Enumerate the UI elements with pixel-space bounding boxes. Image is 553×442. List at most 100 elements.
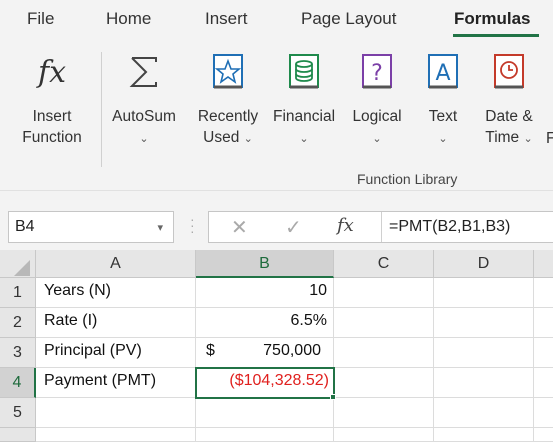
insert-function-fx-icon[interactable]: fx (337, 215, 354, 236)
tab-home[interactable]: Home (106, 9, 151, 29)
select-all-corner[interactable] (0, 250, 36, 278)
cell-e1[interactable] (534, 278, 553, 308)
financial-button[interactable]: Financial ⌄ (268, 52, 340, 150)
date-time-label-1: Date & (485, 108, 533, 125)
cell-d2[interactable] (434, 308, 534, 338)
name-box-value: B4 (15, 218, 35, 235)
active-cell-outline (195, 367, 335, 399)
cell-a1-text: Years (N) (44, 282, 111, 299)
cell-a1[interactable]: Years (N) (36, 278, 196, 308)
text-label: Text (428, 108, 458, 125)
column-header-c[interactable]: C (334, 250, 434, 278)
insert-function-label-2: Function (22, 129, 82, 146)
column-header-e-partial[interactable] (534, 250, 553, 278)
chevron-down-icon[interactable]: ▾ (157, 221, 163, 234)
row-header-5[interactable]: 5 (0, 398, 36, 428)
logical-button[interactable]: ? Logical ⌄ (344, 52, 410, 150)
name-box[interactable]: B4 ▾ (8, 211, 174, 243)
cell-d1[interactable] (434, 278, 534, 308)
autosum-button[interactable]: AutoSum ⌄ (104, 52, 184, 150)
cell-e5[interactable] (534, 398, 553, 428)
cell-c5[interactable] (334, 398, 434, 428)
row-header-1[interactable]: 1 (0, 278, 36, 308)
cell-d5[interactable] (434, 398, 534, 428)
cancel-icon[interactable]: ✕ (231, 215, 248, 240)
row-header-2[interactable]: 2 (0, 308, 36, 338)
cell-b6[interactable] (196, 428, 334, 442)
formula-divider (381, 212, 382, 242)
cell-d3[interactable] (434, 338, 534, 368)
chevron-down-icon: ⌄ (139, 133, 149, 145)
cell-e4[interactable] (534, 368, 553, 398)
tab-insert[interactable]: Insert (205, 9, 248, 29)
column-header-d[interactable]: D (434, 250, 534, 278)
cell-b5[interactable] (196, 398, 334, 428)
row-header-6-partial[interactable] (0, 428, 36, 442)
date-time-button[interactable]: Date & Time ⌄ (476, 52, 542, 150)
recently-used-label-2: Used (203, 129, 240, 146)
recently-used-button[interactable]: Recently Used ⌄ (192, 52, 264, 150)
cell-b2[interactable]: 6.5% (196, 308, 334, 338)
row-header-3[interactable]: 3 (0, 338, 36, 368)
clock-book-icon (494, 54, 524, 89)
column-header-a[interactable]: A (36, 250, 196, 278)
recently-used-label-1: Recently (197, 108, 259, 125)
svg-text:?: ? (371, 61, 383, 86)
cell-c4[interactable] (334, 368, 434, 398)
text-book-icon: A (428, 54, 458, 89)
formula-bar: B4 ▾ · · · ✕ ✓ fx =PMT(B2,B1,B3) (0, 190, 553, 250)
logical-label: Logical (352, 108, 402, 125)
cell-a4[interactable]: Payment (PMT) (36, 368, 196, 398)
cell-e2[interactable] (534, 308, 553, 338)
chevron-down-icon: ⌄ (438, 133, 448, 145)
tab-page-layout[interactable]: Page Layout (301, 9, 396, 29)
cell-e6[interactable] (534, 428, 553, 442)
insert-function-button[interactable]: fx Insert Function (14, 52, 90, 148)
cell-d6[interactable] (434, 428, 534, 442)
chevron-down-icon: ⌄ (243, 133, 253, 145)
autosum-label: AutoSum (112, 108, 176, 125)
formula-text[interactable]: =PMT(B2,B1,B3) (389, 218, 510, 236)
cell-c6[interactable] (334, 428, 434, 442)
formula-bar-splitter[interactable]: · · · (190, 212, 195, 238)
ribbon-tab-bar: File Home Insert Page Layout Formulas (0, 0, 553, 42)
text-functions-button[interactable]: A Text ⌄ (418, 52, 468, 150)
star-book-icon (213, 54, 243, 89)
active-tab-indicator (453, 34, 539, 37)
money-book-icon (289, 54, 319, 89)
tab-file[interactable]: File (27, 9, 54, 29)
fill-handle[interactable] (330, 394, 336, 400)
cell-c1[interactable] (334, 278, 434, 308)
tab-formulas[interactable]: Formulas (454, 9, 531, 29)
column-header-b[interactable]: B (196, 250, 334, 278)
chevron-down-icon: ⌄ (299, 133, 309, 145)
cell-b1[interactable]: 10 (196, 278, 334, 308)
cell-b3-text: 750,000 (263, 342, 321, 359)
enter-check-icon[interactable]: ✓ (285, 215, 302, 240)
question-book-icon: ? (362, 54, 392, 89)
cell-a5[interactable] (36, 398, 196, 428)
truncated-ribbon-label: F (546, 130, 553, 147)
cell-a2[interactable]: Rate (I) (36, 308, 196, 338)
row-header-4[interactable]: 4 (0, 368, 36, 398)
cell-e3[interactable] (534, 338, 553, 368)
function-library-group-label: Function Library (357, 171, 458, 187)
cell-a6[interactable] (36, 428, 196, 442)
worksheet-grid: A B C D 1 2 3 4 5 Years (N) Rate (I) Pri… (0, 250, 553, 442)
date-time-label-2: Time (485, 129, 520, 146)
cell-b3-currency-symbol: $ (206, 342, 215, 359)
select-all-triangle-icon (14, 260, 30, 276)
cell-c3[interactable] (334, 338, 434, 368)
cell-c2[interactable] (334, 308, 434, 338)
cell-d4[interactable] (434, 368, 534, 398)
cell-b3[interactable]: $ 750,000 (196, 338, 334, 368)
fx-icon: fx (36, 55, 66, 90)
insert-function-label-1: Insert (32, 108, 72, 125)
ribbon-separator (101, 52, 102, 167)
cell-a4-text: Payment (PMT) (44, 372, 157, 389)
formula-input[interactable]: ✕ ✓ fx =PMT(B2,B1,B3) (208, 211, 553, 243)
cell-b1-text: 10 (309, 282, 327, 299)
svg-text:A: A (435, 61, 450, 86)
cell-a2-text: Rate (I) (44, 312, 98, 329)
cell-a3[interactable]: Principal (PV) (36, 338, 196, 368)
